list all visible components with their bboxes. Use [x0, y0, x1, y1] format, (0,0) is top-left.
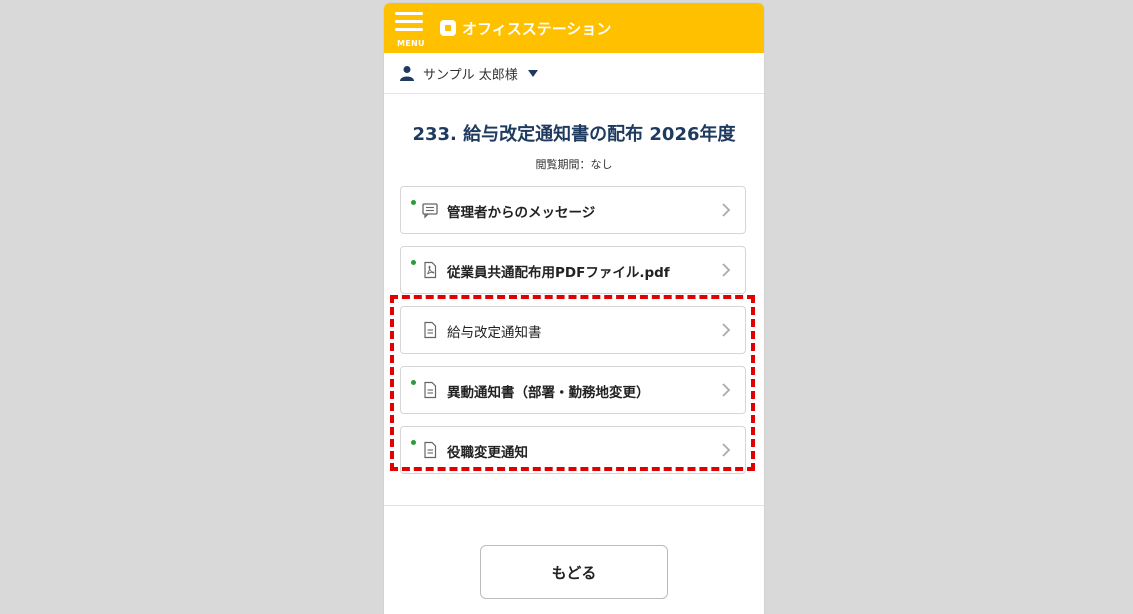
viewing-period: 閲覧期間：なし	[535, 158, 613, 171]
app-logo[interactable]: オフィスステーション	[440, 16, 611, 40]
list-item-label: 管理者からのメッセージ	[447, 205, 596, 221]
unread-dot	[411, 380, 416, 385]
menu-label: MENU	[397, 39, 425, 48]
list-item-position-change[interactable]: 役職変更通知	[400, 426, 746, 474]
unread-dot	[411, 200, 416, 205]
user-icon	[400, 66, 414, 81]
unread-dot	[411, 440, 416, 445]
menu-icon	[395, 12, 423, 15]
chevron-right-icon	[722, 383, 731, 397]
unread-dot	[411, 260, 416, 265]
user-name: サンプル 太郎様	[423, 67, 518, 83]
list-item-transfer-notice[interactable]: 異動通知書（部署・勤務地変更）	[400, 366, 746, 414]
message-icon	[422, 203, 438, 219]
list-item-label: 異動通知書（部署・勤務地変更）	[447, 385, 650, 401]
divider	[384, 505, 764, 506]
document-icon	[424, 441, 437, 459]
logo-text: オフィスステーション	[462, 19, 612, 38]
back-button[interactable]: もどる	[480, 545, 668, 599]
list-item-salary-revision[interactable]: 給与改定通知書	[400, 306, 746, 354]
chevron-right-icon	[722, 263, 731, 277]
menu-icon-bar	[395, 28, 423, 31]
list-item-label: 役職変更通知	[447, 445, 528, 461]
chevron-right-icon	[722, 443, 731, 457]
phone-frame: MENU オフィスステーション サンプル 太郎様 233. 給与改定通知書の配布…	[384, 3, 764, 614]
chevron-right-icon	[722, 323, 731, 337]
user-menu[interactable]: サンプル 太郎様	[384, 53, 764, 94]
menu-button[interactable]: MENU	[395, 12, 425, 50]
list-item-label: 給与改定通知書	[447, 325, 542, 341]
caret-down-icon	[527, 69, 538, 77]
document-icon	[424, 321, 437, 339]
page-title: 233. 給与改定通知書の配布 2026年度	[412, 124, 736, 145]
document-icon	[424, 381, 437, 399]
menu-icon-bar	[395, 20, 423, 23]
logo-icon	[440, 20, 456, 36]
list-item-admin-message[interactable]: 管理者からのメッセージ	[400, 186, 746, 234]
chevron-right-icon	[722, 203, 731, 217]
top-bar: MENU オフィスステーション	[384, 3, 764, 53]
document-list: 管理者からのメッセージ 従業員共通配布用PDFファイル.pdf 給与改定通知書 …	[400, 186, 746, 486]
pdf-icon	[424, 261, 437, 279]
list-item-label: 従業員共通配布用PDFファイル.pdf	[447, 265, 670, 281]
list-item-common-pdf[interactable]: 従業員共通配布用PDFファイル.pdf	[400, 246, 746, 294]
